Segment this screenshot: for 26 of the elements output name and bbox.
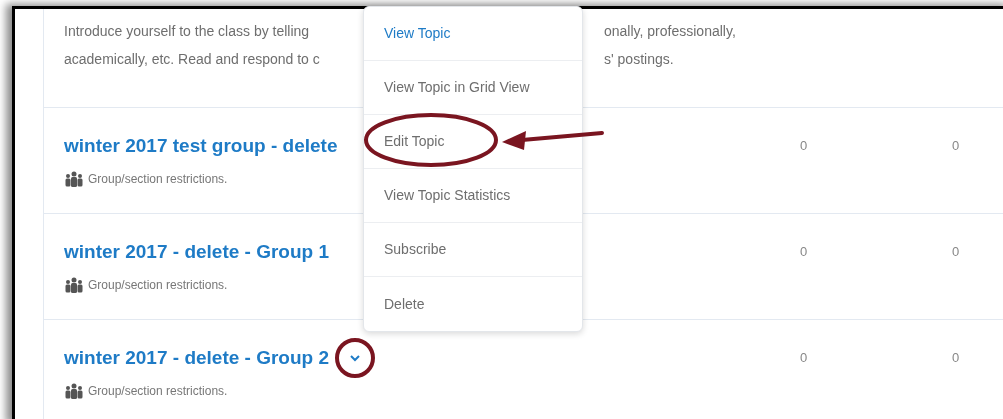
chevron-button[interactable] xyxy=(335,338,376,379)
count-text: 0 xyxy=(952,138,960,154)
group-icon xyxy=(64,277,84,294)
description-text: academically, etc. Read and respond to c xyxy=(64,51,320,67)
group-icon xyxy=(64,171,84,188)
topic-link[interactable]: winter 2017 - delete - Group 1 xyxy=(64,237,330,267)
count-text: 0 xyxy=(800,244,808,260)
count-text: 0 xyxy=(800,138,808,154)
description-text: s' postings. xyxy=(604,50,674,69)
description-text: onally, professionally, xyxy=(604,22,736,41)
count-text: 0 xyxy=(952,244,960,260)
group-icon xyxy=(64,383,84,400)
count-text: 0 xyxy=(952,350,960,366)
topic-link[interactable]: winter 2017 test group - delete xyxy=(64,131,338,161)
menu-item[interactable]: Delete xyxy=(364,277,582,331)
topic-link[interactable]: winter 2017 - delete - Group 2 xyxy=(64,343,330,373)
description-text: Introduce yourself to the class by telling xyxy=(64,23,310,39)
restriction-text: Group/section restrictions. xyxy=(88,171,228,189)
menu-item[interactable]: View Topic Statistics xyxy=(364,169,582,223)
restriction-text: Group/section restrictions. xyxy=(88,277,228,295)
menu-item[interactable]: View Topic in Grid View xyxy=(364,61,582,115)
count-text: 0 xyxy=(800,350,808,366)
restriction-text: Group/section restrictions. xyxy=(88,383,228,401)
menu-item[interactable]: View Topic xyxy=(364,7,582,61)
menu-item[interactable]: Subscribe xyxy=(364,223,582,277)
chevron-down-icon xyxy=(349,354,362,363)
